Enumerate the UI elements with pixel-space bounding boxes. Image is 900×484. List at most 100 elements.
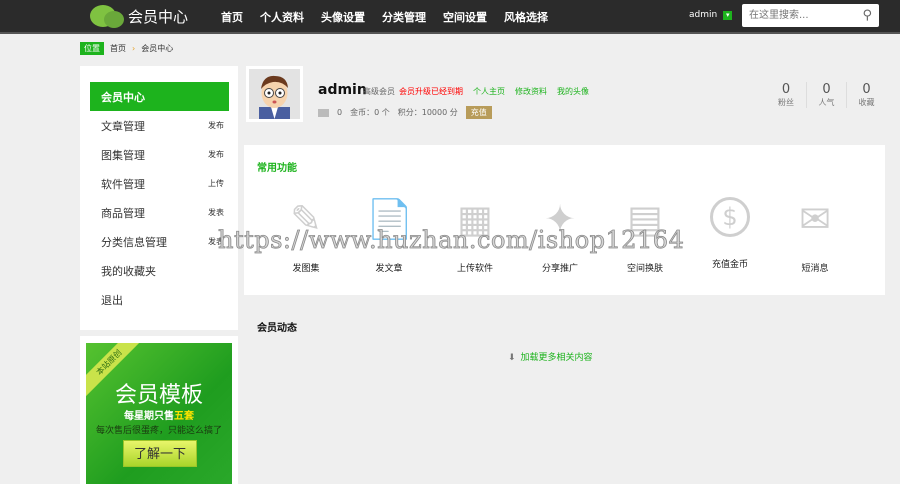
search-icon[interactable]: ⚲: [862, 8, 872, 23]
link-homepage[interactable]: 个人主页: [473, 86, 505, 97]
main-nav: 首页 个人资料 头像设置 分类管理 空间设置 风格选择: [221, 9, 548, 25]
stat-favorites[interactable]: 0 收藏: [846, 82, 886, 108]
ad-title: 会员模板: [114, 383, 203, 408]
ad-subtitle: 每星期只售五套: [86, 407, 232, 422]
logo-text: 会员中心: [128, 7, 189, 26]
sidebar-action-link[interactable]: 发表: [208, 207, 224, 218]
search-box: ⚲: [742, 4, 879, 27]
common-functions-panel: 常用功能 ✎ 发图集 📄 发文章 ▦ 上传软件 ✦ 分享推广 ▤ 空间换肤 $ 充值金币 ✉…: [244, 145, 885, 295]
stat-value: 0: [862, 82, 871, 97]
stat-value: 0: [781, 82, 791, 97]
sidebar-item-classifieds[interactable]: 分类信息管理 发表: [90, 227, 229, 256]
sidebar-action-link[interactable]: 上传: [208, 178, 224, 189]
sidebar-item-favorites[interactable]: 我的收藏夹: [90, 256, 229, 285]
function-label: 分享推广: [541, 264, 578, 274]
function-upload-software[interactable]: ▦ 上传软件: [440, 197, 510, 274]
sidebar-item-label: 分类信息管理: [101, 235, 167, 249]
function-share[interactable]: ✦ 分享推广: [525, 197, 595, 274]
activity-title: 会员动态: [257, 323, 297, 334]
sidebar-item-products[interactable]: 商品管理 发表: [90, 198, 229, 227]
function-post-gallery[interactable]: ✎ 发图集: [271, 197, 341, 274]
sidebar-item-label: 退出: [101, 293, 123, 307]
avatar-cartoon-icon: [259, 75, 290, 119]
sidebar-item-label: 我的收藏夹: [101, 264, 156, 278]
mail-icon[interactable]: [318, 108, 329, 117]
sidebar-item-label: 图集管理: [101, 148, 145, 162]
ad-sub2: 每次售后很蛋疼，只能这么搞了: [95, 426, 222, 436]
skin-icon: ▤: [627, 197, 663, 241]
breadcrumb-home[interactable]: 首页: [110, 43, 126, 54]
search-input[interactable]: [742, 4, 852, 27]
envelope-icon: ✉: [799, 197, 831, 241]
link-my-avatar[interactable]: 我的头像: [557, 86, 589, 97]
panel-title: 常用功能: [257, 163, 297, 174]
breadcrumb-label: 位置: [80, 42, 104, 55]
points: 积分：10000 分: [397, 108, 458, 117]
sidebar-item-label: 商品管理: [101, 206, 145, 220]
sidebar-action-link[interactable]: 发表: [208, 236, 224, 247]
username: admin: [689, 10, 718, 20]
coins: 金币：0 个: [350, 108, 390, 117]
load-more-button[interactable]: ⬇ 加载更多相关内容: [508, 350, 593, 363]
user-menu[interactable]: admin ▾: [689, 10, 733, 20]
profile-info: 高级会员 会员升级已经到期 个人主页 修改资料 我的头像: [363, 86, 589, 97]
chevron-right-icon: ›: [132, 44, 136, 53]
share-icon: ✦: [544, 197, 576, 241]
stat-label: 粉丝: [778, 98, 794, 107]
function-post-article[interactable]: 📄 发文章: [354, 197, 424, 274]
function-label: 空间换肤: [626, 264, 663, 274]
arrow-down-icon: ⬇: [508, 353, 516, 363]
sidebar-item-articles[interactable]: 文章管理 发布: [90, 111, 229, 140]
function-label: 充值金币: [711, 260, 748, 270]
sidebar-item-galleries[interactable]: 图集管理 发布: [90, 140, 229, 169]
ad-sub-text: 每星期只售: [124, 411, 174, 422]
sidebar-action-link[interactable]: 发布: [208, 149, 224, 160]
sidebar-item-software[interactable]: 软件管理 上传: [90, 169, 229, 198]
stat-popularity[interactable]: 0 人气: [806, 82, 846, 108]
stat-fans[interactable]: 0 粉丝: [766, 82, 806, 108]
profile-meta: 0 金币：0 个 积分：10000 分 充值: [318, 106, 492, 119]
message-count: 0: [337, 108, 343, 117]
upgrade-expired-link[interactable]: 会员升级已经到期: [399, 86, 463, 97]
nav-avatar[interactable]: 头像设置: [321, 9, 365, 25]
avatar[interactable]: [246, 66, 303, 122]
function-label: 短消息: [801, 264, 829, 274]
ad-banner[interactable]: 本站原创 会员模板 每星期只售五套 每次售后很蛋疼，只能这么搞了 了解一下: [80, 336, 238, 484]
sidebar: 会员中心 文章管理 发布 图集管理 发布 软件管理 上传 商品管理 发表 分类信息管理发…: [80, 66, 238, 330]
nav-home[interactable]: 首页: [221, 9, 243, 25]
sidebar-item-label: 文章管理: [101, 119, 145, 133]
ad-image[interactable]: 本站原创 会员模板 每星期只售五套 每次售后很蛋疼，只能这么搞了 了解一下: [86, 343, 232, 484]
top-header: 会员中心 首页 个人资料 头像设置 分类管理 空间设置 风格选择 admin ▾ …: [0, 0, 900, 34]
ad-learn-more-button[interactable]: 了解一下: [123, 440, 197, 467]
upload-software-icon: ▦: [457, 197, 493, 241]
function-skin[interactable]: ▤ 空间换肤: [610, 197, 680, 274]
stat-label: 收藏: [858, 98, 875, 107]
sidebar-item-logout[interactable]: 退出: [90, 285, 229, 314]
sidebar-item-label: 会员中心: [101, 90, 145, 104]
breadcrumb-current: 会员中心: [141, 44, 174, 53]
document-icon: 📄: [366, 197, 414, 241]
nav-style[interactable]: 风格选择: [504, 9, 548, 25]
load-more-label: 加载更多相关内容: [520, 353, 593, 363]
wechat-logo-icon: [90, 2, 126, 30]
sidebar-item-member-center[interactable]: 会员中心: [90, 82, 229, 111]
stat-label: 人气: [818, 98, 835, 107]
sidebar-item-label: 软件管理: [101, 177, 145, 191]
nav-profile[interactable]: 个人资料: [260, 9, 304, 25]
stat-value: 0: [822, 82, 831, 97]
sidebar-action-link[interactable]: 发布: [208, 120, 224, 131]
function-messages[interactable]: ✉ 短消息: [780, 197, 850, 274]
function-recharge[interactable]: $ 充值金币: [695, 197, 765, 270]
dollar-icon: $: [710, 197, 750, 237]
breadcrumb: 位置 首页 › 会员中心: [80, 42, 173, 55]
ad-sub-highlight: 五套: [174, 411, 194, 422]
function-label: 上传软件: [456, 264, 493, 274]
chevron-down-icon: ▾: [723, 10, 733, 20]
logo[interactable]: 会员中心: [90, 2, 188, 30]
charge-button[interactable]: 充值: [465, 106, 492, 119]
function-label: 发图集: [292, 264, 320, 274]
link-edit-profile[interactable]: 修改资料: [515, 86, 547, 97]
nav-space[interactable]: 空间设置: [443, 9, 487, 25]
profile-stats: 0 粉丝 0 人气 0 收藏: [766, 82, 886, 108]
nav-category[interactable]: 分类管理: [382, 9, 426, 25]
